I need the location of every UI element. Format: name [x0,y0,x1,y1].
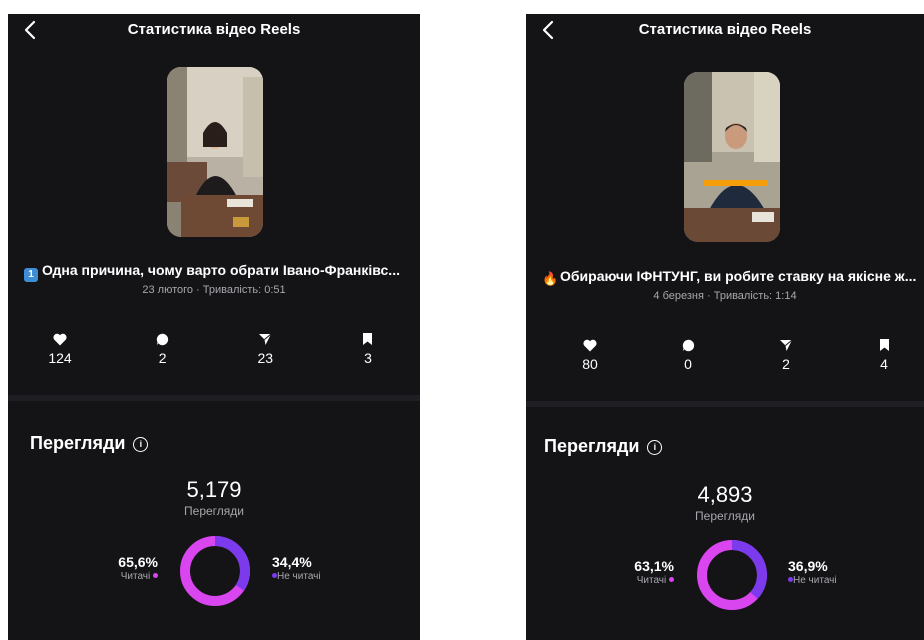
saves-count: 4 [880,356,888,372]
saves-count: 3 [364,350,372,366]
top-bar: Статистика відео Reels [526,14,924,48]
keycap-one-icon: 1 [24,268,38,282]
followers-label-text: Читачі [636,575,667,586]
views-donut-chart [695,538,769,612]
followers-percent: 63,1% [634,558,674,574]
shares-count: 2 [782,356,790,372]
heart-icon [583,339,597,351]
followers-legend-dot [153,573,158,578]
reel-thumbnail-image [167,67,263,237]
views-section-title: Перегляди i [544,436,663,457]
send-icon [259,333,272,345]
likes-count: 124 [48,350,72,366]
send-icon [780,339,793,351]
followers-share: 63,1% Читачі [634,558,674,586]
comment-icon [156,333,169,345]
reel-caption: 🔥 Обираючи ІФНТУНГ, ви робите ставку на я… [542,268,924,286]
likes-stat: 80 [550,336,630,372]
saves-stat: 4 [844,336,924,372]
bookmark-icon [363,333,373,345]
non-followers-share: 36,9% Не читачі [788,558,837,586]
heart-icon [53,333,67,345]
non-followers-label: Не читачі [272,571,321,582]
followers-label-text: Читачі [120,571,151,582]
views-donut-svg [697,540,767,610]
non-followers-label-text: Не читачі [793,575,837,586]
views-section-title-text: Перегляди [544,436,640,456]
views-total: 5,179 [186,477,242,502]
views-total: 4,893 [697,482,753,507]
views-total-label: Перегляди [184,504,244,518]
shares-stat: 2 [746,336,826,372]
reel-caption: 1 Одна причина, чому варто обрати Івано-Ф… [24,262,412,282]
followers-percent: 65,6% [118,554,158,570]
fire-icon: 🔥 [542,271,559,286]
reel-meta: 4 березня · Тривалість: 1:14 [653,290,797,302]
comments-stat: 2 [123,330,203,366]
views-donut-svg [180,536,250,606]
non-followers-percent: 34,4% [272,554,312,570]
followers-label: Читачі [118,571,158,582]
reels-insights-screen-right: Статистика відео Reels 🔥 Обираючи ІФНТУНГ… [526,14,924,640]
reel-thumbnail-image [684,72,780,242]
views-section-title: Перегляди i [30,433,149,454]
comment-icon [682,339,694,351]
non-followers-label: Не читачі [788,575,837,586]
section-divider [8,395,420,401]
page-title: Статистика відео Reels [638,21,812,38]
views-donut-chart [178,534,252,608]
views-section-title-text: Перегляди [30,433,126,453]
followers-legend-dot [669,577,674,582]
reel-thumbnail[interactable] [167,67,263,237]
saves-stat: 3 [328,330,408,366]
top-bar: Статистика відео Reels [8,14,420,48]
comments-stat: 0 [648,336,728,372]
page-title: Статистика відео Reels [127,21,301,38]
likes-stat: 124 [20,330,100,366]
bookmark-icon [879,339,889,351]
info-icon[interactable]: i [647,440,663,455]
followers-label: Читачі [634,575,674,586]
reel-thumbnail[interactable] [684,72,780,242]
reel-caption-text: Одна причина, чому варто обрати Івано-Фр… [42,262,400,278]
non-followers-percent: 36,9% [788,558,828,574]
non-followers-label-text: Не читачі [277,571,321,582]
engagement-stats: 80 0 2 4 [550,336,924,372]
non-followers-share: 34,4% Не читачі [272,554,321,582]
comments-count: 2 [158,350,167,366]
engagement-stats: 124 2 23 3 [20,330,408,366]
section-divider [526,401,924,407]
shares-stat: 23 [225,330,305,366]
followers-share: 65,6% Читачі [118,554,158,582]
reel-caption-text: Обираючи ІФНТУНГ, ви робите ставку на як… [560,268,917,284]
screenshot-pair: Статистика відео Reels 1 Одна причина, чо… [0,0,924,640]
reels-insights-screen-left: Статистика відео Reels 1 Одна причина, чо… [8,14,420,640]
views-total-label: Перегляди [695,509,755,523]
comments-count: 0 [684,356,692,372]
likes-count: 80 [582,356,598,372]
shares-count: 23 [257,350,274,366]
info-icon[interactable]: i [133,437,149,452]
reel-meta: 23 лютого · Тривалість: 0:51 [142,284,286,296]
